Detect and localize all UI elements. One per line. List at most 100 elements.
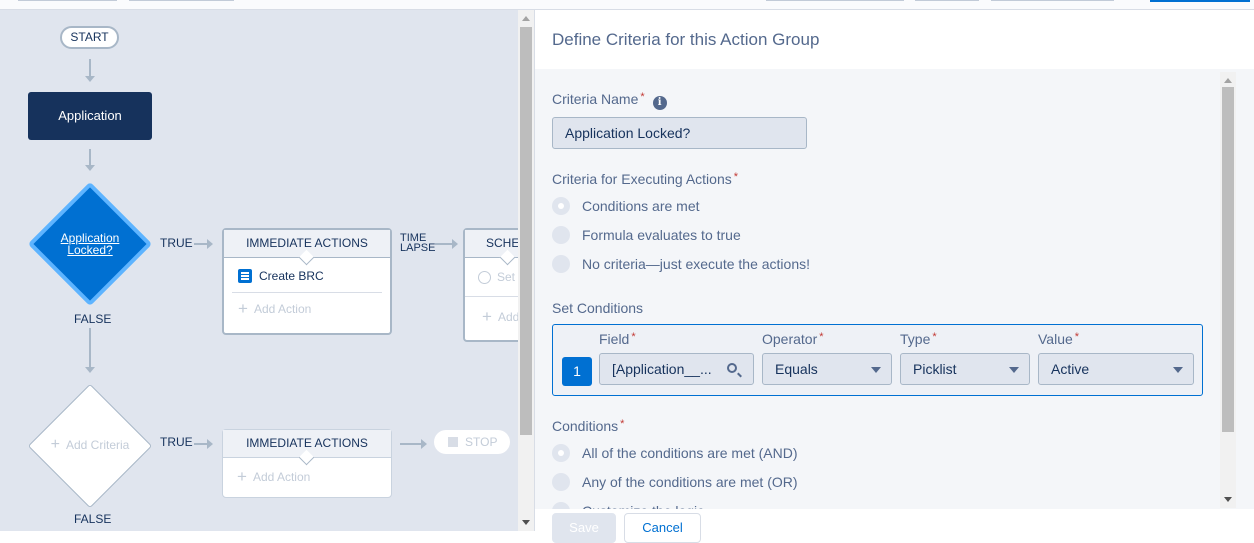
search-icon[interactable] bbox=[727, 363, 737, 373]
executing-criteria-radio-group: Conditions are met Formula evaluates to … bbox=[552, 191, 810, 278]
add-criteria-text: Add Criteria bbox=[65, 438, 130, 452]
scroll-up-arrow-icon[interactable] bbox=[522, 16, 530, 21]
action-item-label: Create BRC bbox=[259, 269, 324, 283]
panel-footer: Save Cancel bbox=[535, 509, 1254, 543]
field-label: Field * bbox=[599, 331, 755, 353]
radio-button[interactable] bbox=[552, 225, 570, 244]
radio-button[interactable] bbox=[552, 196, 570, 215]
radio-button[interactable] bbox=[552, 501, 570, 509]
chevron-down-icon bbox=[1173, 367, 1183, 373]
toolbar-button[interactable] bbox=[129, 0, 234, 1]
field-value: [Application__... bbox=[612, 361, 712, 377]
radio-no-criteria[interactable]: No criteria—just execute the actions! bbox=[552, 249, 810, 278]
toolbar-button[interactable] bbox=[18, 0, 117, 1]
value-select[interactable]: Active bbox=[1038, 353, 1194, 385]
true-label: TRUE bbox=[160, 236, 193, 250]
radio-custom-logic[interactable]: Customize the logic bbox=[552, 496, 798, 509]
required-mark: * bbox=[631, 331, 636, 343]
criteria-name-label: Criteria Name bbox=[552, 91, 639, 107]
add-scheduled-action-button[interactable]: + Add bbox=[465, 297, 518, 337]
plus-icon: + bbox=[50, 436, 60, 453]
condition-row: 1 Field * [Application__... Operator * Equ… bbox=[552, 324, 1203, 396]
type-column: Type * Picklist bbox=[900, 331, 1030, 385]
save-button[interactable]: Save bbox=[552, 513, 616, 543]
flow-arrow bbox=[85, 59, 95, 82]
required-mark: * bbox=[819, 331, 824, 343]
chevron-down-icon bbox=[1009, 367, 1019, 373]
radio-conditions-met[interactable]: Conditions are met bbox=[552, 191, 810, 220]
plus-icon: + bbox=[482, 307, 492, 326]
required-mark: * bbox=[733, 171, 739, 183]
flow-arrow bbox=[435, 239, 458, 249]
radio-label: Formula evaluates to true bbox=[582, 226, 741, 243]
set-schedule-button[interactable]: Set bbox=[465, 258, 518, 296]
flow-arrow bbox=[85, 149, 95, 171]
executing-criteria-label-row: Criteria for Executing Actions * bbox=[552, 171, 738, 189]
stop-label: STOP bbox=[465, 435, 498, 449]
radio-any-conditions[interactable]: Any of the conditions are met (OR) bbox=[552, 467, 798, 496]
field-label-text: Field bbox=[599, 331, 630, 347]
toolbar-button[interactable] bbox=[991, 0, 1114, 1]
plus-icon: + bbox=[237, 467, 247, 486]
scrollbar-thumb[interactable] bbox=[1222, 87, 1234, 432]
criteria-name-input[interactable]: Application Locked? bbox=[552, 117, 807, 149]
immediate-actions-card: IMMEDIATE ACTIONS Create BRC + Add Actio… bbox=[222, 228, 392, 335]
panel-scrollbar[interactable] bbox=[1220, 72, 1236, 508]
radio-button[interactable] bbox=[552, 254, 570, 273]
add-criteria-label[interactable]: + Add Criteria bbox=[40, 436, 140, 453]
required-mark: * bbox=[932, 331, 937, 343]
scrollbar-thumb[interactable] bbox=[520, 27, 532, 435]
scroll-down-arrow-icon[interactable] bbox=[522, 520, 530, 525]
toolbar-primary-button[interactable] bbox=[1150, 0, 1250, 2]
time-lapse-label: TIME LAPSE bbox=[400, 233, 436, 254]
toolbar-button[interactable] bbox=[766, 0, 904, 1]
add-action-button[interactable]: + Add Action bbox=[223, 461, 391, 493]
criteria-node-label[interactable]: Application Locked? bbox=[40, 232, 140, 256]
radio-formula[interactable]: Formula evaluates to true bbox=[552, 220, 810, 249]
time-lapse-line2: LAPSE bbox=[400, 242, 436, 254]
criteria-name-label-row: Criteria Name * i bbox=[552, 91, 667, 110]
scroll-up-arrow-icon[interactable] bbox=[1224, 78, 1232, 83]
executing-criteria-label: Criteria for Executing Actions bbox=[552, 171, 732, 187]
flow-arrow bbox=[85, 328, 95, 373]
immediate-actions-header: IMMEDIATE ACTIONS bbox=[224, 230, 390, 258]
required-mark: * bbox=[1074, 331, 1080, 343]
scroll-down-arrow-icon[interactable] bbox=[1224, 497, 1232, 502]
panel-title: Define Criteria for this Action Group bbox=[535, 10, 1254, 69]
operator-select[interactable]: Equals bbox=[762, 353, 892, 385]
toolbar-button[interactable] bbox=[915, 0, 979, 1]
plus-icon: + bbox=[238, 299, 248, 318]
radio-button[interactable] bbox=[552, 443, 570, 462]
scheduled-actions-header: SCHE bbox=[465, 230, 518, 258]
add-action-button[interactable]: + Add Action bbox=[224, 293, 390, 325]
process-canvas: START Application Application Locked? TR… bbox=[0, 10, 518, 531]
radio-button[interactable] bbox=[552, 472, 570, 491]
radio-all-conditions[interactable]: All of the conditions are met (AND) bbox=[552, 438, 798, 467]
value-label: Value * bbox=[1038, 331, 1194, 353]
chevron-down-icon bbox=[871, 367, 881, 373]
radio-label: No criteria—just execute the actions! bbox=[582, 255, 810, 272]
conditions-label: Conditions bbox=[552, 418, 619, 434]
field-column: Field * [Application__... bbox=[599, 331, 755, 385]
add-action-label: Add Action bbox=[252, 470, 311, 484]
cancel-button[interactable]: Cancel bbox=[624, 513, 701, 543]
action-list-icon bbox=[238, 269, 252, 283]
canvas-scrollbar[interactable] bbox=[518, 10, 534, 531]
criteria-panel: Define Criteria for this Action Group Cr… bbox=[534, 10, 1254, 543]
field-lookup-input[interactable]: [Application__... bbox=[599, 353, 754, 385]
flow-arrow bbox=[194, 439, 213, 449]
conditions-label-row: Conditions * bbox=[552, 418, 624, 436]
info-icon[interactable]: i bbox=[652, 96, 667, 110]
criteria-label-line2: Locked? bbox=[67, 243, 113, 257]
value-label-text: Value bbox=[1038, 331, 1073, 347]
type-select[interactable]: Picklist bbox=[900, 353, 1030, 385]
clock-icon bbox=[478, 270, 491, 284]
action-item[interactable]: Create BRC bbox=[224, 260, 390, 292]
set-schedule-label: Set bbox=[497, 270, 516, 284]
true-label: TRUE bbox=[160, 435, 193, 449]
radio-label: Any of the conditions are met (OR) bbox=[582, 473, 798, 490]
scheduled-actions-card: SCHE Set + Add bbox=[463, 228, 518, 342]
type-value: Picklist bbox=[913, 361, 957, 377]
object-node[interactable]: Application bbox=[28, 92, 152, 140]
value-column: Value * Active bbox=[1038, 331, 1194, 385]
